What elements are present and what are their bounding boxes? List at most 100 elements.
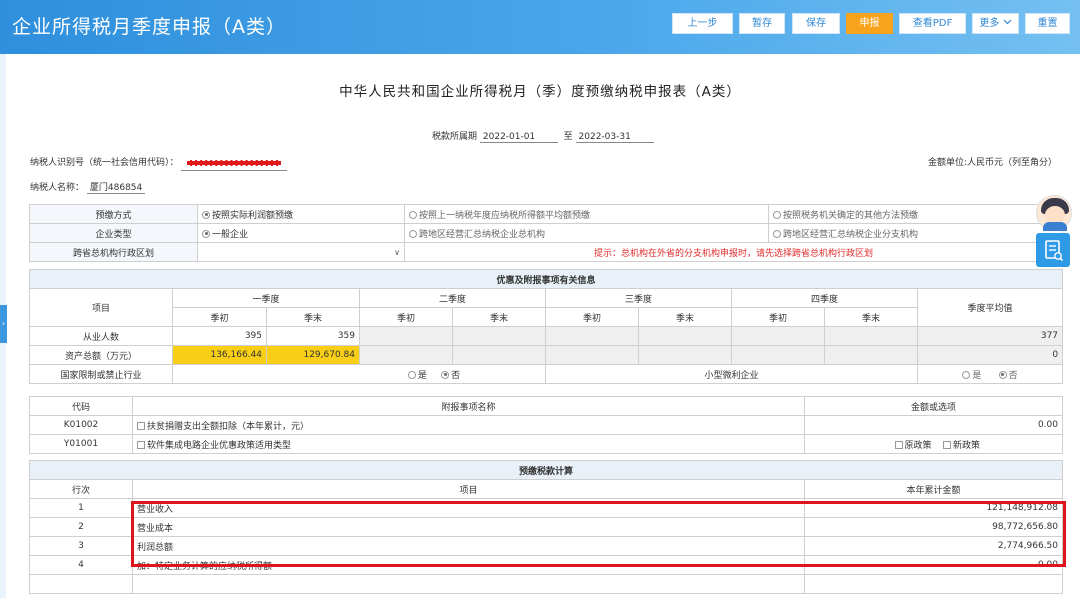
option-text: 跨地区经营汇总纳税企业总机构	[419, 229, 546, 240]
prev-button[interactable]: 上一步	[672, 13, 733, 34]
profit-amount-input[interactable]: 2,774,966.50	[803, 536, 1064, 556]
avg-header: 季度平均值	[916, 288, 1064, 327]
radio-icon	[773, 229, 781, 238]
period-end-field[interactable]: 2022-03-31	[575, 132, 654, 143]
assets-q1-begin-input[interactable]: 136,166.44	[172, 345, 267, 365]
radio-selected-icon	[202, 229, 210, 238]
assets-q3-end	[638, 345, 732, 365]
prepay-option-actual[interactable]: 按照实际利润额预缴	[197, 204, 405, 224]
calc-amount	[803, 574, 1064, 594]
option-text: 否	[1008, 370, 1018, 381]
attached-name-header: 附报事项名称	[132, 396, 805, 416]
small-enterprise-options: 是 否	[916, 364, 1064, 384]
employees-q3-end	[638, 326, 732, 346]
radio-icon	[409, 229, 417, 238]
attached-item-poverty[interactable]: 扶贫捐赠支出全额扣除（本年累计，元）	[132, 415, 805, 435]
submit-button[interactable]: 申报	[846, 13, 893, 34]
line-number: 1	[29, 498, 133, 518]
type-option-general[interactable]: 一般企业	[197, 223, 405, 243]
small-no[interactable]: 否	[998, 370, 1018, 381]
q2-end-header: 季末	[452, 307, 546, 327]
period-start-field[interactable]: 2022-01-01	[479, 132, 558, 143]
save-button[interactable]: 保存	[792, 13, 840, 34]
attached-item-text: 扶贫捐赠支出全额扣除（本年累计，元）	[147, 421, 310, 432]
restricted-yes[interactable]: 是	[407, 370, 427, 381]
view-pdf-button[interactable]: 查看PDF	[899, 13, 966, 34]
more-label: 更多	[979, 18, 1000, 29]
calc-section-title: 预缴税款计算	[28, 460, 1064, 480]
poverty-amount-input[interactable]: 0.00	[804, 415, 1063, 435]
q1-header: 一季度	[172, 288, 360, 308]
form-list-icon	[1045, 240, 1064, 262]
prepay-label: 预缴方式	[29, 204, 198, 224]
type-option-branch[interactable]: 跨地区经营汇总纳税企业分支机构	[768, 223, 1063, 243]
type-option-hq[interactable]: 跨地区经营汇总纳税企业总机构	[404, 223, 769, 243]
form-title: 中华人民共和国企业所得税月（季）度预缴纳税申报表（A类）	[339, 84, 741, 100]
employees-q2-end	[452, 326, 546, 346]
restricted-no[interactable]: 否	[441, 370, 460, 381]
option-text: 新政策	[952, 440, 980, 451]
calc-item: 利润总额	[132, 536, 805, 556]
assets-q4-end	[824, 345, 918, 365]
form-list-button[interactable]	[1036, 233, 1070, 267]
expand-panel-tab[interactable]: ›	[0, 305, 7, 343]
checkbox-icon	[894, 440, 903, 449]
line-header: 行次	[29, 479, 133, 499]
assets-q1-end-input[interactable]: 129,670.84	[266, 345, 360, 365]
more-button[interactable]: 更多	[972, 13, 1019, 34]
table-row: 2 营业成本 98,772,656.80	[29, 517, 1064, 537]
q4-header: 四季度	[731, 288, 918, 308]
pause-save-button[interactable]: 暂存	[739, 13, 785, 34]
restricted-label: 国家限制或禁止行业	[29, 364, 173, 384]
calc-item: 营业收入	[132, 498, 805, 518]
period-label: 税款所属期	[432, 132, 478, 142]
table-row: 4 加：特定业务计算的应纳税所得额 0.00	[29, 555, 1064, 575]
region-select[interactable]: ∨	[197, 242, 405, 262]
software-policy-options: 原政策 新政策	[804, 434, 1063, 454]
attached-items-table: 代码 附报事项名称 金额或选项 K01002 扶贫捐赠支出全额扣除（本年累计，元…	[29, 396, 1063, 454]
option-text: 原政策	[904, 440, 932, 451]
employees-q1-end-input[interactable]: 359	[266, 326, 360, 346]
table-row	[29, 574, 1064, 594]
reset-button[interactable]: 重置	[1025, 13, 1070, 34]
prepay-option-average[interactable]: 按照上一纳税年度应纳税所得额平均额预缴	[404, 204, 769, 224]
employees-q1-begin-input[interactable]: 395	[172, 326, 267, 346]
region-hint: 提示：总机构在外省的分支机构申报时，请先选择跨省总机构行政区划	[404, 242, 1063, 262]
calc-item: 加：特定业务计算的应纳税所得额	[132, 555, 805, 575]
revenue-amount-input[interactable]: 121,148,912.08	[803, 498, 1064, 518]
line-number	[29, 574, 133, 594]
q3-header: 三季度	[545, 288, 732, 308]
calc-item: 营业成本	[132, 517, 805, 537]
taxpayer-id-label: 纳税人识别号（统一社会信用代码）：	[30, 158, 179, 168]
cost-amount-input[interactable]: 98,772,656.80	[803, 517, 1064, 537]
taxpayer-name-field: 厦门486854	[86, 180, 146, 194]
assets-q2-end	[452, 345, 546, 365]
option-text: 一般企业	[212, 229, 249, 240]
taxpayer-name-row: 纳税人名称： 厦门486854	[30, 180, 146, 194]
assets-label: 资产总额（万元）	[29, 345, 173, 365]
q3-begin-header: 季初	[545, 307, 639, 327]
item-header: 项目	[29, 288, 173, 327]
attached-value-header: 金额或选项	[804, 396, 1063, 416]
q4-end-header: 季末	[824, 307, 918, 327]
small-yes[interactable]: 是	[962, 370, 981, 381]
calc-amount-header: 本年累计金额	[803, 479, 1064, 499]
page-title: 企业所得税月季度申报（A类）	[12, 16, 286, 38]
customer-service-avatar[interactable]	[1036, 195, 1072, 231]
calc-item	[132, 574, 805, 594]
attached-item-software[interactable]: 软件集成电路企业优惠政策适用类型	[132, 434, 805, 454]
table-row: 3 利润总额 2,774,966.50	[29, 536, 1064, 556]
chevron-down-icon	[1003, 19, 1012, 25]
top-header: 企业所得税月季度申报（A类） 上一步 暂存 保存 申报 查看PDF 更多 重置	[0, 0, 1080, 54]
checkbox-icon	[942, 440, 951, 449]
employees-label: 从业人数	[29, 326, 173, 346]
assets-q2-begin	[359, 345, 453, 365]
special-income-amount-input[interactable]: 0.00	[803, 555, 1064, 575]
avatar-body	[1043, 222, 1067, 231]
new-policy-checkbox[interactable]: 新政策	[942, 440, 980, 451]
prepay-option-other[interactable]: 按照税务机关确定的其他方法预缴	[768, 204, 1063, 224]
old-policy-checkbox[interactable]: 原政策	[894, 440, 932, 451]
code-header: 代码	[29, 396, 133, 416]
unit-label: 金额单位:人民币元（列至角分）	[928, 158, 1058, 168]
taxpayer-id-row: 纳税人识别号（统一社会信用代码）：	[30, 155, 288, 171]
